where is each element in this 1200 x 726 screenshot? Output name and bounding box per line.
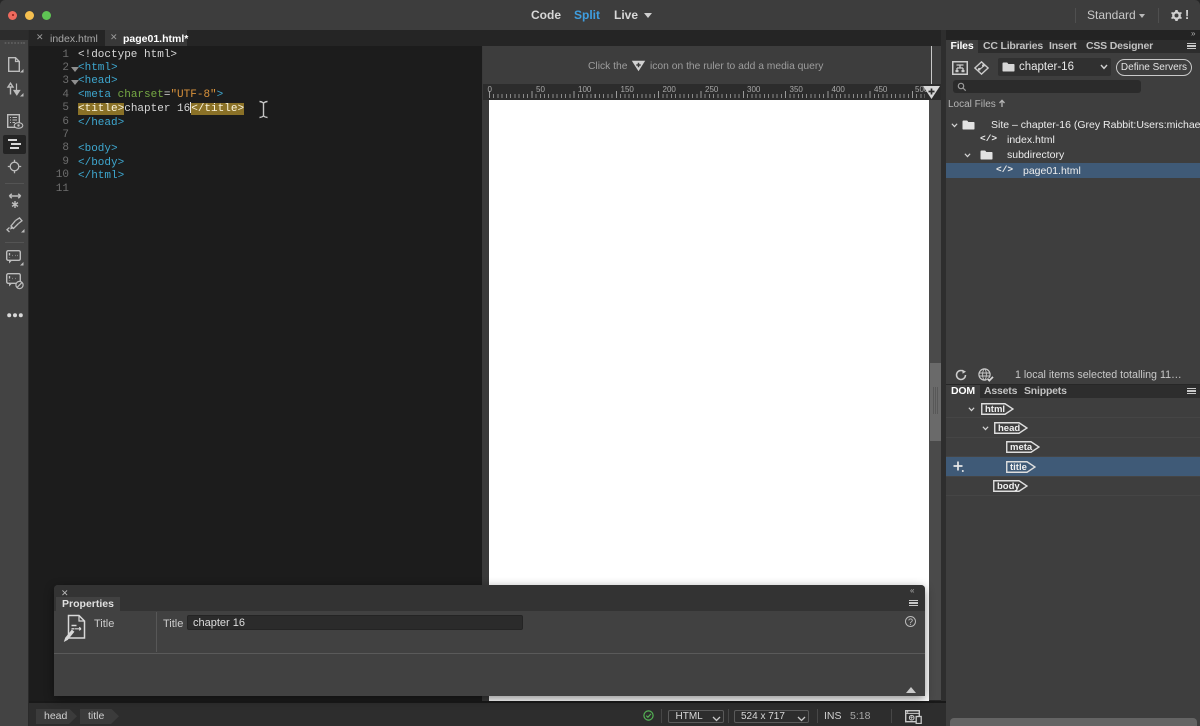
- svg-text:html: html: [985, 404, 1005, 415]
- svg-text:body: body: [997, 481, 1020, 492]
- svg-text:meta: meta: [1010, 442, 1033, 453]
- svg-text:head: head: [998, 423, 1020, 434]
- svg-text:title: title: [1010, 462, 1027, 473]
